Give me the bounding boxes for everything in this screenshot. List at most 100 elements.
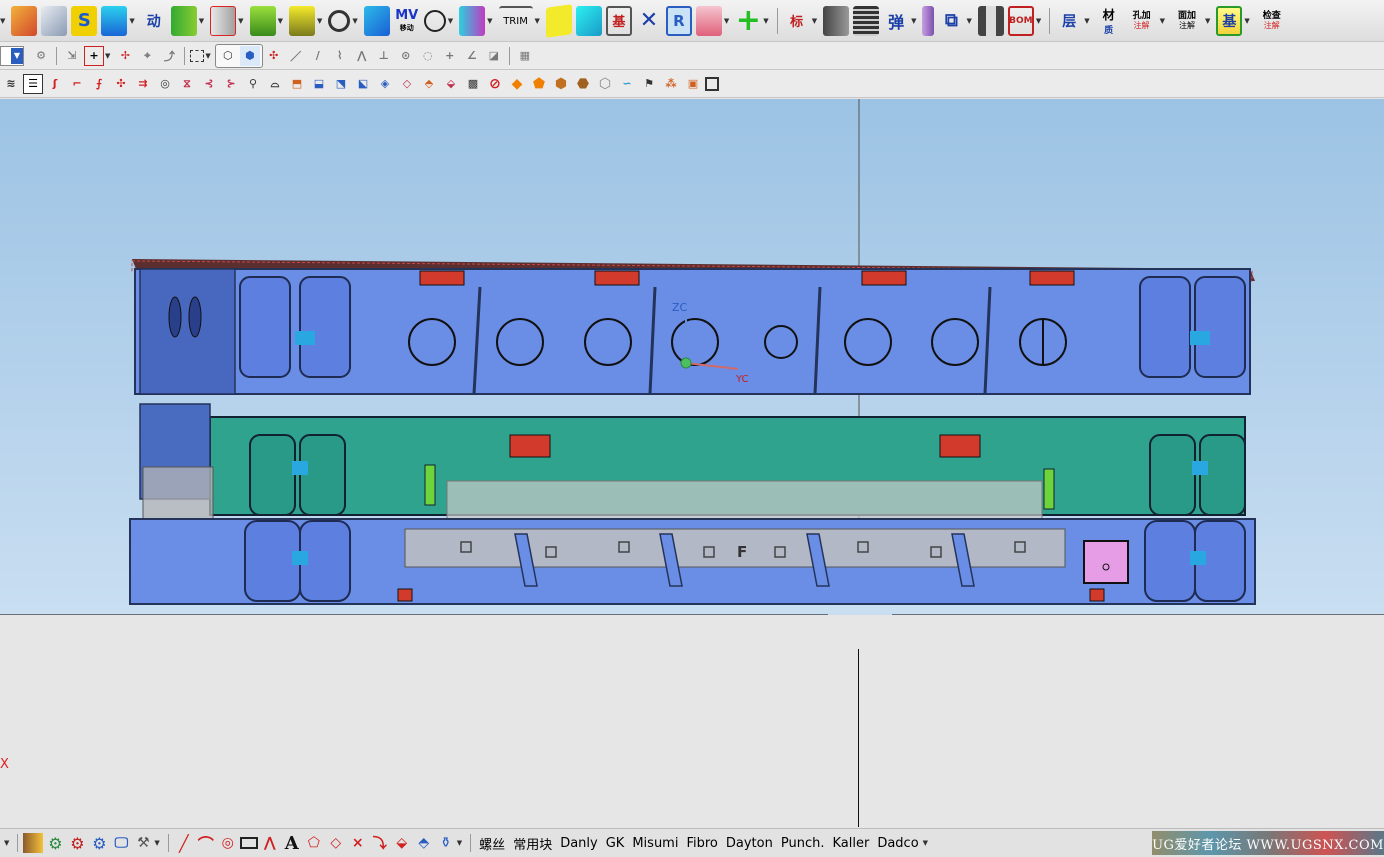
library-dadco[interactable]: Dadco <box>877 836 918 851</box>
trim-icon[interactable]: TRIM <box>498 5 533 36</box>
stack-icon[interactable]: ⬢ <box>551 74 571 94</box>
library-dayton[interactable]: Dayton <box>726 836 773 851</box>
cube-icon[interactable] <box>575 5 602 36</box>
dropdown-arrow[interactable]: ▼ <box>129 17 134 25</box>
library-punch[interactable]: Punch. <box>781 836 825 851</box>
snap-end-icon[interactable]: ⌖ <box>137 46 157 66</box>
dropdown-arrow[interactable]: ▼ <box>0 17 5 25</box>
quadrant-snap-icon[interactable]: ◌ <box>418 46 438 66</box>
mirror-icon[interactable] <box>459 5 486 36</box>
list-icon[interactable]: ☰ <box>23 73 43 94</box>
auto-icon[interactable]: 动 <box>141 6 167 36</box>
snap-grid-icon[interactable]: ✣ <box>264 46 284 66</box>
trim-curve-icon[interactable]: ⨍ <box>89 74 109 94</box>
spring-icon[interactable]: 弹 <box>883 6 909 36</box>
orange-plane-icon[interactable]: ⬟ <box>529 74 549 94</box>
dropdown-arrow[interactable]: ▼ <box>352 17 357 25</box>
standard-icon[interactable]: 标 <box>784 6 810 36</box>
die-assembly-model[interactable]: ZC YC F <box>0 99 1384 615</box>
secondary-view[interactable]: X <box>0 615 1384 827</box>
arc-tool-icon[interactable]: ⌒ <box>196 833 216 854</box>
thicken-icon[interactable]: ◈ <box>375 74 395 94</box>
box-arrow-icon[interactable]: ⧉ <box>938 6 964 36</box>
tools-icon[interactable]: ⚒ <box>133 833 153 853</box>
move-icon[interactable]: MV 移动 <box>394 6 420 36</box>
perp-snap-icon[interactable]: ⊥ <box>374 46 394 66</box>
wireframe-icon[interactable]: ⬡ <box>218 46 238 66</box>
shapes-icon[interactable] <box>363 5 390 36</box>
face-snap-icon[interactable]: ◪ <box>484 46 504 66</box>
material-icon[interactable]: 材 质 <box>1096 6 1122 36</box>
patch-icon[interactable]: ⬘ <box>419 74 439 94</box>
dropdown-arrow[interactable]: ▼ <box>448 17 453 25</box>
dropdown-arrow[interactable]: ▼ <box>105 52 110 60</box>
report-icon[interactable] <box>695 5 722 36</box>
bottle-tool-icon[interactable]: ⚱ <box>436 833 456 853</box>
dropdown-arrow[interactable]: ▼ <box>317 17 322 25</box>
unfold-tool-icon[interactable]: ⬘ <box>414 833 434 853</box>
sew-icon[interactable]: ◇ <box>397 74 417 94</box>
split-icon[interactable]: ✣ <box>111 74 131 94</box>
monitor-icon[interactable]: 🖵 <box>111 833 131 853</box>
no-entry-icon[interactable]: ⊘ <box>485 74 505 94</box>
dropdown-arrow[interactable]: ▼ <box>457 839 462 847</box>
layer-icon[interactable]: 层 <box>1056 6 1082 36</box>
pins-icon[interactable] <box>977 5 1004 36</box>
library-kaller[interactable]: Kaller <box>832 836 869 851</box>
dropdown-arrow[interactable]: ▼ <box>966 17 971 25</box>
library-danly[interactable]: Danly <box>560 836 598 851</box>
boxes-icon[interactable] <box>11 5 38 36</box>
point-icon[interactable]: ⚲ <box>243 74 263 94</box>
hole-note-button[interactable]: 孔加 注解 <box>1126 6 1158 36</box>
base-grid-icon[interactable]: 基 <box>605 5 632 36</box>
fold-tool-icon[interactable]: ⬙ <box>392 833 412 853</box>
orange-cube-icon[interactable]: ◆ <box>507 74 527 94</box>
mold-icon[interactable] <box>101 5 128 36</box>
extend-tool-icon[interactable]: ⤵ <box>370 833 390 853</box>
project-icon[interactable]: ⊰ <box>199 74 219 94</box>
sweep-icon[interactable]: ⬔ <box>331 74 351 94</box>
offset-icon[interactable]: ⧖ <box>177 74 197 94</box>
screw-icon[interactable] <box>288 5 315 36</box>
sketch-icon[interactable]: ⌓ <box>265 74 285 94</box>
select-icon[interactable]: ⇲ <box>62 46 82 66</box>
dropdown-arrow[interactable]: ▼ <box>724 17 729 25</box>
block-icon[interactable] <box>41 5 68 36</box>
target-icon[interactable] <box>328 9 351 32</box>
dropdown-arrow[interactable]: ▼ <box>238 17 243 25</box>
bom-icon[interactable]: BOM <box>1007 5 1034 36</box>
extrude-icon[interactable]: ⬒ <box>287 74 307 94</box>
line-tool-icon[interactable]: ╱ <box>174 833 194 853</box>
dropdown-arrow[interactable]: ▼ <box>1244 17 1249 25</box>
punch-set-icon[interactable] <box>823 5 850 36</box>
polyline-tool-icon[interactable]: ⋀ <box>260 833 280 853</box>
dropdown-arrow[interactable]: ▼ <box>1036 17 1041 25</box>
curve-icon[interactable] <box>423 9 446 32</box>
book-icon[interactable] <box>23 833 44 853</box>
curve-red-icon[interactable]: ʃ <box>45 74 65 94</box>
curve-snap-icon[interactable]: ⌇ <box>330 46 350 66</box>
dropdown-arrow[interactable]: ▼ <box>535 17 540 25</box>
library-screws[interactable]: 螺丝 <box>479 834 505 853</box>
filter-icon[interactable]: ⚙ <box>31 46 51 66</box>
snap-point-icon[interactable]: ✢ <box>115 46 135 66</box>
unite-icon[interactable]: ⬙ <box>441 74 461 94</box>
library-misumi[interactable]: Misumi <box>632 836 678 851</box>
offset-tool-icon[interactable]: ◇ <box>326 833 346 853</box>
marker-icon[interactable]: ⚑ <box>639 74 659 94</box>
dropdown-arrow[interactable]: ▼ <box>763 17 768 25</box>
select-box-icon[interactable]: + <box>84 45 104 66</box>
dropdown-arrow[interactable]: ▼ <box>199 17 204 25</box>
datum-icon[interactable]: 基 <box>1216 5 1243 36</box>
r-icon[interactable]: R <box>665 5 692 36</box>
tray-icon[interactable]: ⬣ <box>573 74 593 94</box>
library-fibro[interactable]: Fibro <box>686 836 717 851</box>
white-block-icon[interactable]: ⬡ <box>595 74 615 94</box>
circle-tool-icon[interactable]: ◎ <box>218 833 238 853</box>
intersect-icon[interactable]: ⊱ <box>221 74 241 94</box>
dropdown-arrow[interactable]: ▼ <box>4 839 9 847</box>
library-gk[interactable]: GK <box>606 836 625 851</box>
tangent-snap-icon[interactable]: ∕ <box>308 46 328 66</box>
extend-icon[interactable]: ⇉ <box>133 74 153 94</box>
pin-icon[interactable] <box>210 5 237 36</box>
